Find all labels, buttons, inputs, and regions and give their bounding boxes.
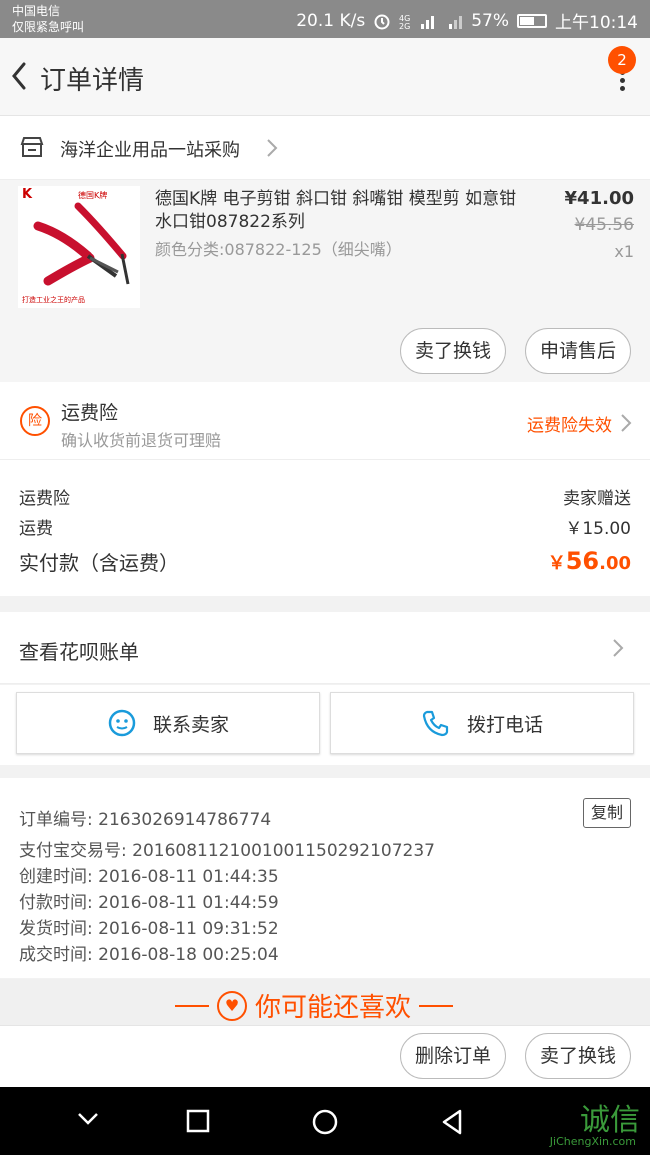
completed-time: 成交时间: 2016-08-18 00:25:04 bbox=[19, 945, 279, 965]
call-label: 拨打电话 bbox=[466, 713, 543, 736]
total-label: 实付款（含运费） bbox=[19, 551, 179, 575]
pliers-image: K 德国K牌 打造工业之王的产品 bbox=[18, 186, 140, 308]
chevron-right-icon bbox=[621, 414, 632, 432]
delete-order-button[interactable]: 删除订单 bbox=[400, 1033, 506, 1079]
svg-text:2G: 2G bbox=[399, 22, 410, 30]
total-decimal: .00 bbox=[599, 553, 631, 574]
insurance-fee-row: 运费险 卖家赠送 bbox=[19, 484, 631, 509]
call-button[interactable]: 拨打电话 bbox=[330, 692, 634, 754]
shipping-fee-label: 运费 bbox=[19, 519, 53, 539]
item-spec: 颜色分类:087822-125（细尖嘴） bbox=[155, 240, 402, 259]
network-speed: 20.1 K/s bbox=[296, 10, 366, 31]
chevron-right-icon bbox=[613, 639, 624, 657]
carrier-info: 中国电信 仅限紧急呼叫 bbox=[12, 3, 84, 35]
huabei-label: 查看花呗账单 bbox=[19, 640, 139, 664]
total-row: 实付款（含运费） ￥56.00 bbox=[19, 547, 631, 576]
signal-icon: 4G2G bbox=[399, 14, 435, 30]
back-icon[interactable] bbox=[440, 1108, 464, 1136]
system-nav-bar: 诚信 JiChengXin.com bbox=[0, 1087, 650, 1155]
status-bar: 中国电信 仅限紧急呼叫 20.1 K/s 4G 2G 57% 上午10:14 bbox=[0, 0, 650, 38]
item-quantity: x1 bbox=[614, 242, 634, 261]
paid-time: 付款时间: 2016-08-11 01:44:59 bbox=[19, 893, 279, 913]
shipping-insurance-row[interactable]: 险 运费险 确认收货前退货可理赔 运费险失效 bbox=[0, 382, 650, 460]
sell-item-button[interactable]: 卖了换钱 bbox=[400, 328, 506, 374]
order-item[interactable]: K 德国K牌 打造工业之王的产品 德国K牌 电子剪钳 斜口钳 斜嘴钳 模型剪 如… bbox=[0, 180, 650, 382]
order-number: 订单编号: 2163026914786774 bbox=[19, 810, 272, 830]
insurance-status: 运费险失效 bbox=[527, 416, 612, 436]
bottom-action-bar: 删除订单 卖了换钱 bbox=[0, 1025, 650, 1087]
image-slogan-text: 打造工业之王的产品 bbox=[22, 295, 85, 304]
watermark: 诚信 bbox=[580, 1103, 640, 1138]
shipped-time: 发货时间: 2016-08-11 09:31:52 bbox=[19, 919, 279, 939]
total-currency: ￥ bbox=[547, 553, 566, 574]
shop-icon bbox=[20, 137, 44, 157]
insurance-subtitle: 确认收货前退货可理赔 bbox=[61, 431, 222, 450]
chevron-right-icon bbox=[267, 139, 278, 157]
shop-row[interactable]: 海洋企业用品一站采购 bbox=[0, 116, 650, 180]
battery-icon bbox=[517, 13, 547, 28]
battery-percent: 57% bbox=[471, 10, 509, 31]
home-icon[interactable] bbox=[311, 1108, 339, 1136]
alipay-trade-number: 支付宝交易号: 2016081121001001150292107237 bbox=[19, 841, 435, 861]
chat-face-icon bbox=[108, 709, 136, 737]
insurance-fee-value: 卖家赠送 bbox=[563, 489, 631, 509]
alarm-icon bbox=[374, 14, 390, 29]
insurance-icon: 险 bbox=[20, 406, 50, 436]
copy-button[interactable]: 复制 bbox=[583, 798, 631, 828]
emergency-label: 仅限紧急呼叫 bbox=[12, 20, 85, 34]
item-title[interactable]: 德国K牌 电子剪钳 斜口钳 斜嘴钳 模型剪 如意钳水口钳087822系列 bbox=[155, 188, 525, 234]
nav-bar: 订单详情 2 bbox=[0, 38, 650, 116]
recommend-header: ♥ 你可能还喜欢 bbox=[0, 979, 650, 1025]
item-price: ¥41.00 bbox=[564, 188, 634, 209]
huabei-bill-row[interactable]: 查看花呗账单 bbox=[0, 612, 650, 684]
item-original-price: ¥45.56 bbox=[574, 215, 634, 235]
contact-seller-label: 联系卖家 bbox=[152, 713, 229, 736]
shipping-fee-value: ￥15.00 bbox=[565, 519, 631, 539]
order-info: 订单编号: 2163026914786774 复制 支付宝交易号: 201608… bbox=[0, 778, 650, 978]
insurance-title: 运费险 bbox=[61, 402, 119, 424]
watermark-domain: JiChengXin.com bbox=[549, 1135, 636, 1148]
contact-seller-button[interactable]: 联系卖家 bbox=[16, 692, 320, 754]
after-sale-button[interactable]: 申请售后 bbox=[525, 328, 631, 374]
notification-badge: 2 bbox=[608, 46, 636, 74]
recents-icon[interactable] bbox=[186, 1109, 210, 1133]
clock: 上午10:14 bbox=[555, 13, 638, 33]
total-integer: 56 bbox=[565, 547, 600, 575]
contact-actions: 联系卖家 拨打电话 bbox=[0, 685, 650, 765]
insurance-fee-label: 运费险 bbox=[19, 489, 70, 509]
image-brand-text: 德国K牌 bbox=[78, 190, 107, 200]
svg-text:K: K bbox=[22, 187, 33, 202]
shop-name: 海洋企业用品一站采购 bbox=[60, 140, 240, 161]
page-title: 订单详情 bbox=[40, 66, 145, 96]
shipping-fee-row: 运费 ￥15.00 bbox=[19, 514, 631, 539]
product-thumbnail[interactable]: K 德国K牌 打造工业之王的产品 bbox=[18, 186, 140, 308]
back-arrow-icon[interactable] bbox=[6, 58, 32, 94]
recommend-title: 你可能还喜欢 bbox=[255, 993, 412, 1023]
status-icons: 20.1 K/s 4G 2G 57% 上午10:14 bbox=[296, 8, 638, 34]
no-signal-icon bbox=[449, 15, 463, 29]
fee-summary: 运费险 卖家赠送 运费 ￥15.00 实付款（含运费） ￥56.00 bbox=[0, 460, 650, 596]
created-time: 创建时间: 2016-08-11 01:44:35 bbox=[19, 867, 279, 887]
chevron-down-icon[interactable] bbox=[76, 1111, 100, 1127]
sell-button[interactable]: 卖了换钱 bbox=[525, 1033, 631, 1079]
phone-icon bbox=[422, 710, 449, 737]
divider bbox=[175, 1004, 209, 1007]
heart-icon: ♥ bbox=[217, 990, 247, 1021]
divider bbox=[419, 1004, 454, 1007]
total-value: ￥56.00 bbox=[548, 547, 631, 575]
carrier-name: 中国电信 bbox=[12, 4, 61, 18]
